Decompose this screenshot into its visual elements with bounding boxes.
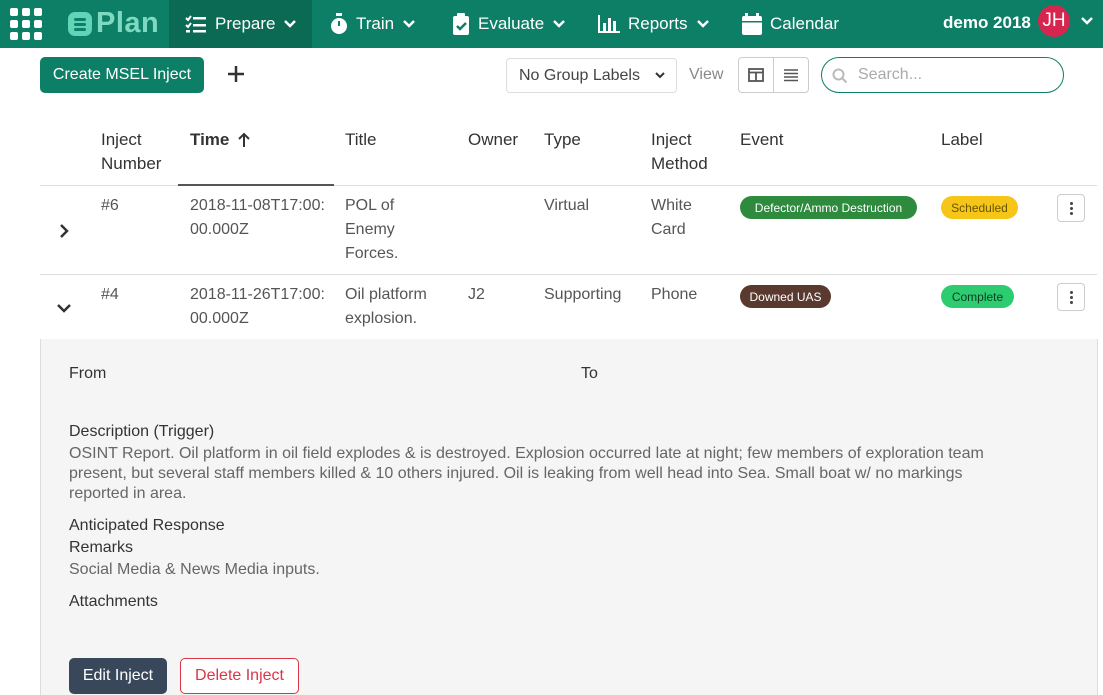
bar-chart-icon xyxy=(598,15,620,33)
plus-icon[interactable] xyxy=(225,63,247,85)
row-divider xyxy=(40,274,1097,275)
cell-number: #4 xyxy=(101,286,119,303)
user-name[interactable]: demo 2018 xyxy=(943,13,1031,33)
view-toggle xyxy=(738,57,809,93)
nav-prepare[interactable]: Prepare xyxy=(169,0,312,48)
cell-title: Oil platform explosion. xyxy=(345,286,427,327)
event-badge: Defector/Ammo Destruction xyxy=(740,196,917,219)
calendar-icon xyxy=(742,13,762,35)
list-view-button[interactable] xyxy=(774,58,809,92)
clipboard-check-icon xyxy=(453,13,469,35)
arrow-up-icon xyxy=(238,132,251,147)
cell-time: 2018-11-08T17:00:00.000Z xyxy=(190,197,325,238)
description-line: present, but several staff members kille… xyxy=(69,465,963,482)
header-time[interactable]: Time xyxy=(190,128,251,152)
top-navbar: Plan Prepare Train Evaluate Reports Cale… xyxy=(0,0,1103,48)
status-badge: Complete xyxy=(941,285,1014,308)
cell-type: Virtual xyxy=(544,197,590,214)
event-badge: Downed UAS xyxy=(740,285,831,308)
avatar[interactable]: JH xyxy=(1038,5,1070,37)
brand-logo[interactable]: Plan xyxy=(68,7,159,40)
nav-calendar[interactable]: Calendar xyxy=(742,0,847,48)
anticipated-response-label: Anticipated Response xyxy=(69,517,225,534)
view-label: View xyxy=(689,66,724,83)
chevron-down-icon xyxy=(284,20,297,28)
chevron-down-icon xyxy=(655,72,665,79)
chevron-down-icon xyxy=(696,20,709,28)
description-line: reported in area. xyxy=(69,485,187,502)
header-type[interactable]: Type xyxy=(544,128,581,152)
cell-owner: J2 xyxy=(468,286,485,303)
header-title[interactable]: Title xyxy=(345,128,377,152)
create-msel-inject-button[interactable]: Create MSEL Inject xyxy=(40,57,204,93)
search-icon xyxy=(832,68,848,84)
nav-train[interactable]: Train xyxy=(330,0,416,48)
edit-inject-button[interactable]: Edit Inject xyxy=(69,658,167,694)
cell-number: #6 xyxy=(101,197,119,214)
header-event[interactable]: Event xyxy=(740,128,783,152)
header-owner[interactable]: Owner xyxy=(468,128,518,152)
brand-name: Plan xyxy=(96,7,160,39)
stopwatch-icon xyxy=(331,13,347,34)
search-box xyxy=(821,57,1064,93)
description-line: OSINT Report. Oil platform in oil field … xyxy=(69,445,984,462)
sort-indicator xyxy=(178,184,334,186)
cell-time: 2018-11-26T17:00:00.000Z xyxy=(190,286,325,327)
cell-method: Phone xyxy=(651,286,698,303)
attachments-label: Attachments xyxy=(69,593,158,610)
columns-view-button[interactable] xyxy=(739,58,774,92)
plan-logo-icon xyxy=(68,11,92,36)
header-inject-method[interactable]: Inject Method xyxy=(651,128,721,176)
header-label[interactable]: Label xyxy=(941,128,983,152)
remarks-label: Remarks xyxy=(69,539,134,556)
chevron-down-icon xyxy=(553,20,566,28)
to-label: To xyxy=(581,365,598,382)
chevron-down-icon[interactable] xyxy=(1080,16,1094,26)
list-icon xyxy=(783,69,798,82)
chevron-down-icon xyxy=(403,20,415,28)
columns-icon xyxy=(747,68,764,82)
nav-evaluate[interactable]: Evaluate xyxy=(452,0,566,48)
cell-title: POL of Enemy Forces. xyxy=(345,197,399,262)
status-badge: Scheduled xyxy=(941,196,1018,219)
nav-reports[interactable]: Reports xyxy=(598,0,710,48)
group-labels-select[interactable]: No Group Labels xyxy=(506,58,677,93)
cell-method: White Card xyxy=(651,197,692,238)
chevron-right-icon[interactable] xyxy=(56,223,72,239)
cell-type: Supporting xyxy=(544,286,622,303)
remarks-text: Social Media & News Media inputs. xyxy=(69,561,320,578)
search-input[interactable] xyxy=(858,66,1048,84)
header-inject-number[interactable]: Inject Number xyxy=(101,128,171,176)
row-actions-button[interactable] xyxy=(1057,283,1085,311)
from-label: From xyxy=(69,365,107,382)
row-actions-button[interactable] xyxy=(1057,194,1085,222)
apps-grid-icon[interactable] xyxy=(10,8,42,40)
description-label: Description (Trigger) xyxy=(69,423,215,440)
delete-inject-button[interactable]: Delete Inject xyxy=(180,658,299,694)
list-check-icon xyxy=(185,15,206,33)
chevron-down-icon[interactable] xyxy=(56,300,72,316)
